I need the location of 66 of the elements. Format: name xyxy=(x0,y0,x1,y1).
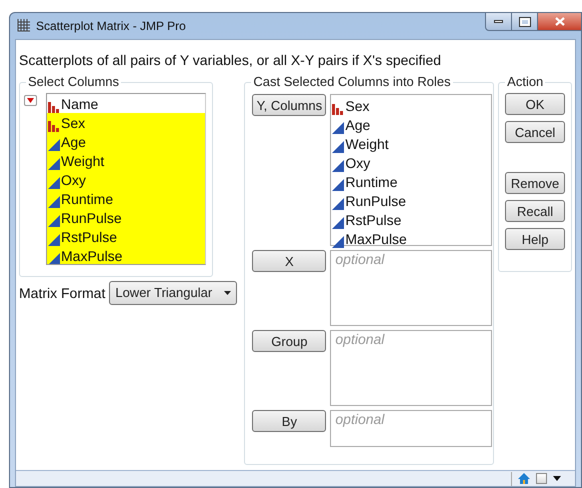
column-name: Name xyxy=(61,96,98,113)
column-name: Weight xyxy=(61,153,104,170)
triangle-icon xyxy=(332,198,344,210)
triangle-icon xyxy=(27,98,34,103)
column-item[interactable]: RstPulse xyxy=(47,227,205,246)
role-column-name: Age xyxy=(345,117,370,134)
column-name: Sex xyxy=(61,115,86,132)
action-button[interactable]: Cancel xyxy=(505,121,566,143)
caret-icon[interactable] xyxy=(553,476,561,481)
close-button[interactable] xyxy=(538,12,582,31)
column-name: RstPulse xyxy=(61,229,118,246)
role-column-name: RstPulse xyxy=(345,212,402,229)
matrix-format-dropdown[interactable]: Lower Triangular xyxy=(109,281,238,305)
role-button[interactable]: Group xyxy=(252,330,326,352)
home-icon[interactable] xyxy=(518,473,530,484)
bar-chart-icon xyxy=(332,103,344,115)
description-text: Scatterplots of all pairs of Y variables, or all X-Y pairs if X's specified xyxy=(19,52,442,68)
triangle-icon xyxy=(48,177,60,189)
column-item[interactable]: Age xyxy=(47,132,205,151)
close-icon xyxy=(554,17,564,26)
role-column-name: RunPulse xyxy=(345,193,406,210)
column-item[interactable]: Oxy xyxy=(47,170,205,189)
triangle-icon xyxy=(332,236,344,248)
column-name: Age xyxy=(61,134,86,151)
column-item[interactable]: RunPulse xyxy=(47,208,205,227)
triangle-icon xyxy=(332,179,344,191)
maximize-button[interactable] xyxy=(512,12,538,31)
role-button[interactable]: Y, Columns xyxy=(252,94,326,116)
window-title: Scatterplot Matrix - JMP Pro xyxy=(36,18,186,35)
bar-chart-icon xyxy=(48,120,60,132)
role-column-name: Oxy xyxy=(345,155,370,172)
scatterplot-icon xyxy=(16,19,30,33)
role-column-name: Sex xyxy=(345,98,370,115)
caret-icon xyxy=(224,291,232,295)
triangle-icon xyxy=(332,160,344,172)
action-button[interactable]: Recall xyxy=(505,200,566,222)
matrix-format-label: Matrix Format xyxy=(19,284,106,302)
bar-chart-icon xyxy=(48,101,60,113)
column-item[interactable]: Sex xyxy=(47,113,205,132)
column-item[interactable]: Runtime xyxy=(47,189,205,208)
column-item[interactable]: MaxPulse xyxy=(47,246,205,264)
triangle-icon xyxy=(48,139,60,151)
role-column-name: MaxPulse xyxy=(345,231,407,248)
role-button[interactable]: By xyxy=(252,410,326,432)
checkbox[interactable] xyxy=(536,473,547,484)
column-name: RunPulse xyxy=(61,210,122,227)
triangle-icon xyxy=(332,217,344,229)
triangle-icon xyxy=(332,141,344,153)
action-button[interactable]: Remove xyxy=(505,172,566,194)
column-name: Runtime xyxy=(61,191,114,208)
role-column-name: Runtime xyxy=(345,174,398,191)
column-name: Oxy xyxy=(61,172,86,189)
triangle-icon xyxy=(48,158,60,170)
minimize-button[interactable] xyxy=(485,12,512,31)
role-button[interactable]: X xyxy=(252,250,326,272)
action-button[interactable]: OK xyxy=(505,93,566,115)
role-column-name: Weight xyxy=(345,136,389,153)
column-item[interactable]: Weight xyxy=(47,151,205,170)
triangle-icon xyxy=(332,122,344,134)
disclosure-toggle[interactable] xyxy=(24,95,37,106)
triangle-icon xyxy=(48,215,60,227)
column-name: MaxPulse xyxy=(61,248,122,264)
triangle-icon xyxy=(48,234,60,246)
triangle-icon xyxy=(48,253,60,264)
triangle-icon xyxy=(48,196,60,208)
action-button[interactable]: Help xyxy=(505,228,566,250)
